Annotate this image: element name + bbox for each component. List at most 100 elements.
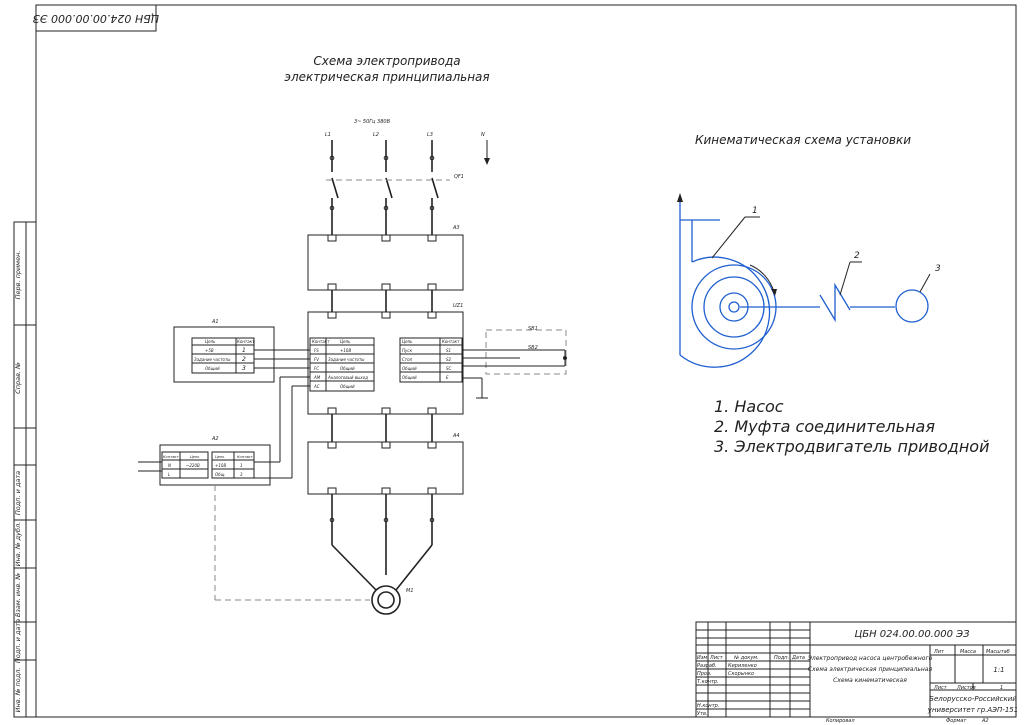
side-label-5: Взам. инв. №: [14, 573, 22, 617]
svg-text:L: L: [168, 472, 170, 477]
legend-item-2: 2. Муфта соединительная: [714, 417, 935, 436]
svg-text:+5В: +5В: [205, 348, 214, 353]
svg-text:Пров.: Пров.: [697, 671, 712, 677]
phase-l1: L1: [325, 132, 331, 138]
svg-text:Цепь: Цепь: [190, 455, 199, 459]
svg-text:Цепь: Цепь: [205, 339, 216, 344]
svg-text:Аналоговый выход: Аналоговый выход: [327, 375, 368, 380]
pump-drawing: [677, 193, 820, 368]
svg-text:2: 2: [242, 356, 246, 363]
svg-text:1: 1: [240, 463, 243, 468]
svg-text:1: 1: [1000, 685, 1003, 691]
svg-text:Задание частоты: Задание частоты: [194, 357, 230, 362]
coupling-drawing: [819, 282, 895, 323]
svg-text:Белорусско-Российский: Белорусско-Российский: [929, 695, 1017, 703]
svg-text:Общий: Общий: [402, 375, 417, 380]
svg-text:Общий: Общий: [340, 384, 355, 389]
a1-label: A1: [211, 319, 219, 325]
svg-text:Пуск: Пуск: [402, 348, 413, 353]
svg-text:Общ.: Общ.: [215, 472, 226, 477]
svg-text:Контакт: Контакт: [312, 339, 330, 344]
svg-text:Стоп: Стоп: [402, 357, 413, 362]
kinematic-label-2: 2: [854, 251, 860, 261]
svg-text:Контакт: Контакт: [237, 455, 254, 459]
side-label-6: Подп. и дата: [14, 619, 22, 663]
svg-text:Формат: Формат: [946, 718, 967, 724]
schema-title-line1: Схема электропривода: [313, 54, 460, 68]
a4-label: A4: [452, 433, 460, 439]
svg-text:Разраб.: Разраб.: [697, 663, 717, 669]
phase-n: N: [481, 132, 485, 138]
side-label-3: Подп. и дата: [14, 471, 22, 515]
phase-wires: [326, 140, 490, 235]
svg-text:Цепь: Цепь: [402, 339, 413, 344]
button-sb2: SB2: [528, 345, 538, 351]
svg-text:1:1: 1:1: [993, 666, 1004, 674]
a2-table: Контакт Цепь N ~220В L Цепь Контакт +10В…: [138, 451, 255, 479]
svg-text:Масштаб: Масштаб: [986, 649, 1010, 655]
button-sb1: SB1: [528, 326, 538, 332]
a3-label: A3: [452, 225, 460, 231]
a3-block: [307, 234, 464, 291]
svg-text:Утв.: Утв.: [697, 711, 708, 717]
a4-terminals-and-motor-wires: [327, 441, 437, 591]
uz1-label: UZ1: [453, 303, 463, 309]
svg-text:Контакт: Контакт: [237, 339, 255, 344]
svg-text:3: 3: [240, 472, 243, 477]
svg-text:S1: S1: [446, 348, 451, 353]
svg-text:E: E: [446, 375, 449, 380]
side-label-2: Справ. №: [14, 362, 22, 394]
svg-text:FV: FV: [314, 357, 319, 362]
svg-text:Лист: Лист: [709, 655, 724, 661]
svg-text:+10В: +10В: [215, 463, 226, 468]
motor-m1: [371, 585, 401, 615]
supply-label: 3~ 50Гц 380В: [354, 119, 391, 125]
side-label-1: Перв. примен.: [14, 251, 22, 300]
side-strip: Перв. примен. Справ. № Подп. и дата Инв.…: [13, 221, 37, 718]
title-block-code: ЦБН 024.00.00.000 ЭЗ: [854, 629, 970, 640]
svg-text:N: N: [168, 463, 171, 468]
motor-label: M1: [406, 588, 414, 594]
svg-text:Изм: Изм: [697, 655, 707, 661]
kinematic-title: Кинематическая схема установки: [695, 133, 911, 147]
svg-text:университет гр.АЭП-151: университет гр.АЭП-151: [927, 706, 1018, 714]
a3-terminals: [327, 234, 437, 312]
svg-text:+10В: +10В: [340, 348, 351, 353]
svg-text:Лист: Лист: [933, 685, 948, 691]
svg-text:Листов: Листов: [956, 685, 976, 691]
side-label-4: Инв. № дубл.: [14, 522, 22, 566]
svg-text:Подп.: Подп.: [774, 655, 789, 661]
side-label-7: Инв. № подл.: [14, 668, 22, 713]
svg-text:Контакт: Контакт: [163, 455, 180, 459]
svg-text:Копировал: Копировал: [826, 718, 855, 724]
motor-circle: [895, 289, 929, 323]
svg-text:Общий: Общий: [205, 366, 220, 371]
drawing-sheet: ЦБН 024.00.00.000 ЭЗ Перв. примен. Справ…: [13, 4, 1018, 724]
svg-text:Масса: Масса: [960, 649, 976, 655]
a4-block: [307, 441, 464, 495]
svg-text:1: 1: [242, 347, 246, 354]
svg-text:Общий: Общий: [402, 366, 417, 371]
uz-right-table: Цепь Контакт Пуск S1 Стоп S2 Общий SC Об…: [399, 337, 488, 399]
a1-table: Цепь Контакт +5В 1 Задание частоты 2 Общ…: [191, 337, 255, 374]
sheet-frame: [35, 4, 1017, 718]
svg-text:FS: FS: [314, 348, 319, 353]
stamp-rotated-text: ЦБН 024.00.00.000 ЭЗ: [33, 12, 160, 25]
phase-l2: L2: [373, 132, 379, 138]
leaders: [711, 216, 931, 296]
svg-text:Т.контр.: Т.контр.: [697, 679, 719, 685]
svg-text:Скорынко: Скорынко: [728, 671, 754, 677]
svg-text:Цепь: Цепь: [215, 455, 224, 459]
svg-text:Лит: Лит: [933, 649, 945, 655]
kinematic-label-3: 3: [935, 264, 941, 274]
svg-text:3: 3: [242, 365, 246, 372]
svg-text:Контакт: Контакт: [442, 339, 460, 344]
svg-text:S2: S2: [446, 357, 452, 362]
name-line-1: Электропривод насоса центробежного: [807, 655, 933, 662]
svg-text:Задание частоты: Задание частоты: [328, 357, 364, 362]
svg-text:Н.контр.: Н.контр.: [697, 703, 719, 709]
svg-text:№ докум.: № докум.: [733, 655, 759, 661]
legend-item-3: 3. Электродвигатель приводной: [714, 437, 989, 456]
a2-label: A2: [211, 436, 219, 442]
svg-text:А2: А2: [981, 718, 989, 724]
